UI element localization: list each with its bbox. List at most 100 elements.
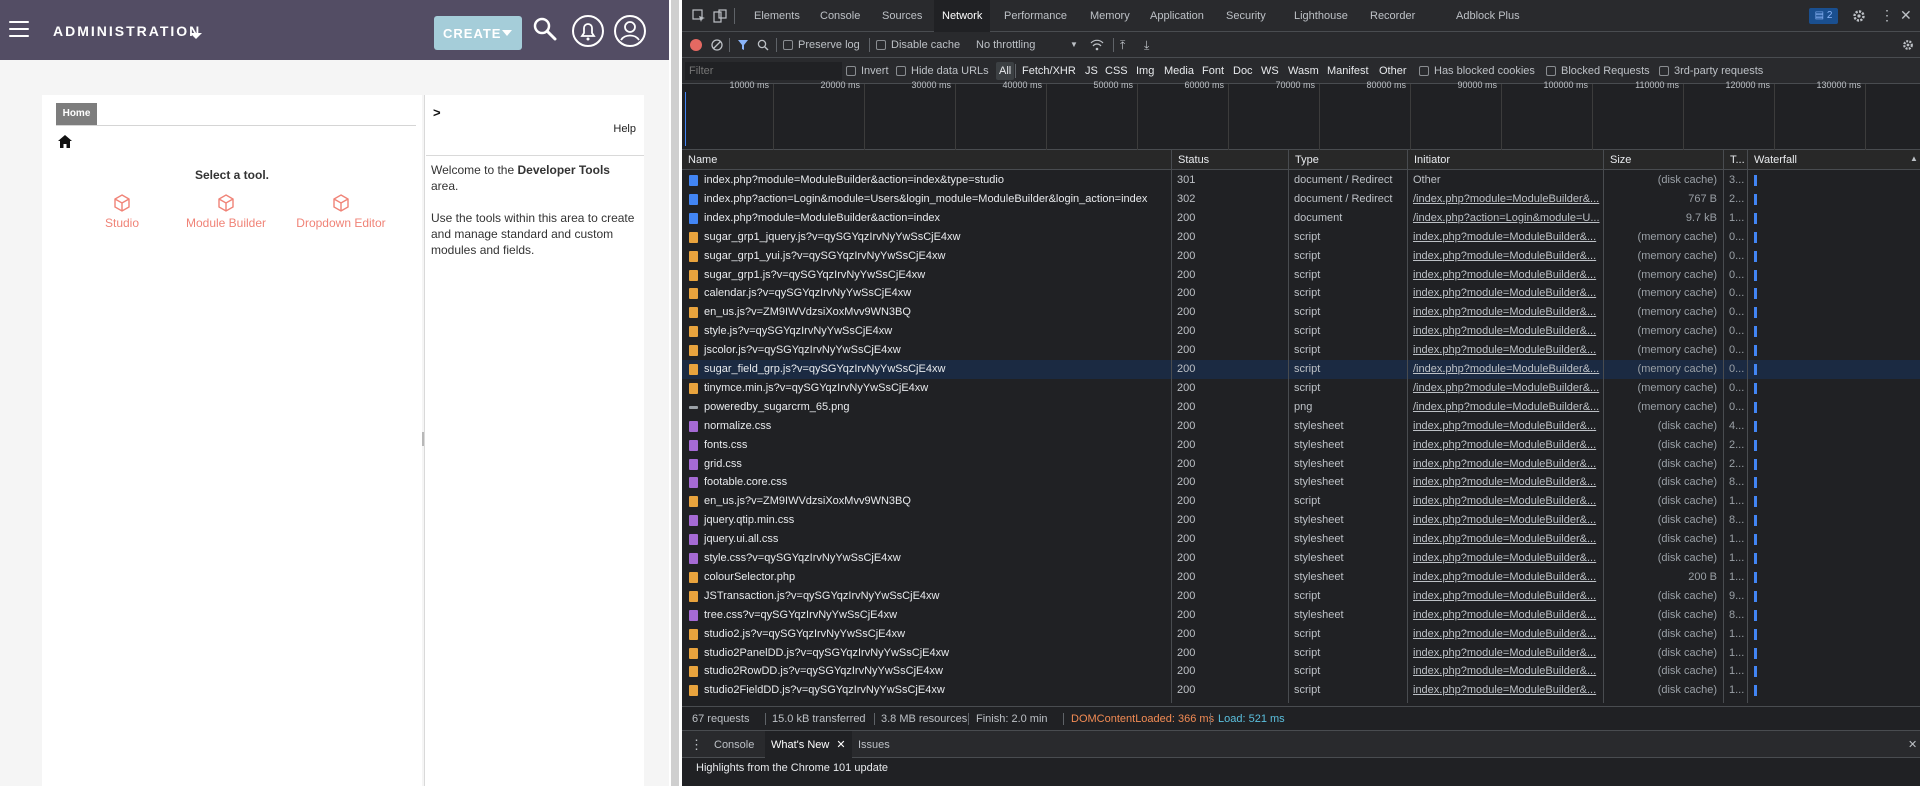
tab-security[interactable]: Security	[1226, 0, 1266, 32]
request-initiator[interactable]: index.php?module=ModuleBuilder&...	[1407, 511, 1603, 530]
tab-console[interactable]: Console	[820, 0, 860, 32]
request-initiator[interactable]: index.php?module=ModuleBuilder&...	[1407, 473, 1603, 492]
devtools-splitter[interactable]	[669, 0, 682, 786]
throttling-caret-icon[interactable]: ▼	[1070, 32, 1078, 58]
notifications-bell-icon[interactable]	[571, 14, 605, 48]
request-initiator[interactable]: /index.php?module=ModuleBuilder&...	[1407, 379, 1603, 398]
drawer-tab-whats-new[interactable]: What's New ✕	[765, 731, 852, 759]
filter-type-manifest[interactable]: Manifest	[1327, 58, 1369, 84]
create-caret-icon[interactable]	[502, 30, 512, 36]
request-row[interactable]: sugar_grp1_yui.js?v=qySGYqzIrvNyYwSsCjE4…	[682, 247, 1920, 266]
request-initiator[interactable]: index.php?module=ModuleBuilder&...	[1407, 247, 1603, 266]
request-initiator[interactable]: index.php?module=ModuleBuilder&...	[1407, 662, 1603, 681]
more-options-icon[interactable]: ⋮	[1880, 6, 1894, 24]
network-overview-timeline[interactable]	[682, 84, 1920, 150]
tab-recorder[interactable]: Recorder	[1370, 0, 1415, 32]
request-row[interactable]: tree.css?v=qySGYqzIrvNyYwSsCjE4xw 200 styl…	[682, 606, 1920, 625]
tab-elements[interactable]: Elements	[754, 0, 800, 32]
request-row[interactable]: index.php?module=ModuleBuilder&action=in…	[682, 171, 1920, 190]
filter-type-doc[interactable]: Doc	[1233, 58, 1253, 84]
admin-caret-icon[interactable]	[190, 33, 202, 39]
clear-icon[interactable]	[711, 39, 723, 51]
column-type[interactable]: Type	[1288, 150, 1407, 170]
request-row[interactable]: calendar.js?v=qySGYqzIrvNyYwSsCjE4xw 200 s…	[682, 284, 1920, 303]
disable-cache-checkbox[interactable]	[876, 40, 886, 50]
tab-adblock-plus[interactable]: Adblock Plus	[1456, 0, 1520, 32]
request-row[interactable]: sugar_grp1_jquery.js?v=qySGYqzIrvNyYwSsC…	[682, 228, 1920, 247]
device-toolbar-icon[interactable]	[713, 9, 727, 23]
request-row[interactable]: en_us.js?v=ZM9IWVdzsiXoxMvv9WN3BQ 200 scri…	[682, 303, 1920, 322]
third-party-checkbox[interactable]	[1659, 66, 1669, 76]
request-row[interactable]: sugar_grp1.js?v=qySGYqzIrvNyYwSsCjE4xw 20…	[682, 266, 1920, 285]
settings-gear-icon[interactable]	[1852, 9, 1866, 23]
request-row[interactable]: index.php?action=Login&module=Users&logi…	[682, 190, 1920, 209]
tab-memory[interactable]: Memory	[1090, 0, 1130, 32]
request-row[interactable]: jscolor.js?v=qySGYqzIrvNyYwSsCjE4xw 200 sc…	[682, 341, 1920, 360]
tab-performance[interactable]: Performance	[1004, 0, 1067, 32]
tab-lighthouse[interactable]: Lighthouse	[1294, 0, 1348, 32]
tab-network[interactable]: Network	[934, 0, 991, 32]
drawer-menu-icon[interactable]: ⋮	[690, 731, 703, 759]
close-devtools-icon[interactable]: ✕	[1900, 6, 1912, 24]
request-initiator[interactable]: index.php?module=ModuleBuilder&...	[1407, 587, 1603, 606]
whats-new-highlight[interactable]: Highlights from the Chrome 101 update	[696, 762, 888, 774]
export-har-icon[interactable]: ⤓	[1144, 32, 1149, 58]
column-size[interactable]: Size	[1603, 150, 1723, 170]
request-row[interactable]: sugar_field_grp.js?v=qySGYqzIrvNyYwSsCjE…	[682, 360, 1920, 379]
tab-sources[interactable]: Sources	[882, 0, 922, 32]
filter-input[interactable]	[685, 62, 842, 80]
sort-ascending-icon[interactable]: ▲	[1910, 154, 1918, 163]
close-tab-icon[interactable]: ✕	[836, 739, 845, 751]
request-initiator[interactable]: index.php?module=ModuleBuilder&...	[1407, 549, 1603, 568]
throttling-select[interactable]: No throttling	[976, 32, 1035, 58]
request-row[interactable]: poweredby_sugarcrm_65.png 200 png/index.ph…	[682, 398, 1920, 417]
tool-studio[interactable]: Studio	[92, 193, 152, 230]
request-row[interactable]: footable.core.css 200 stylesheet index.php?…	[682, 473, 1920, 492]
drawer-tab-issues[interactable]: Issues	[858, 731, 890, 759]
request-row[interactable]: jquery.qtip.min.css 200 stylesheet index.ph…	[682, 511, 1920, 530]
request-row[interactable]: grid.css 200 stylesheet index.php?module=Mo…	[682, 455, 1920, 474]
column-divider[interactable]	[1407, 150, 1408, 703]
request-initiator[interactable]: index.php?module=ModuleBuilder&...	[1407, 681, 1603, 700]
request-row[interactable]: studio2PanelDD.js?v=qySGYqzIrvNyYwSsCjE4…	[682, 644, 1920, 663]
request-row[interactable]: JSTransaction.js?v=qySGYqzIrvNyYwSsCjE4x…	[682, 587, 1920, 606]
request-row[interactable]: style.css?v=qySGYqzIrvNyYwSsCjE4xw 200 sty…	[682, 549, 1920, 568]
admin-title[interactable]: ADMINISTRATION	[53, 23, 201, 39]
column-divider[interactable]	[1171, 150, 1172, 703]
import-har-icon[interactable]: ⤒	[1120, 32, 1125, 58]
request-initiator[interactable]: index.php?module=ModuleBuilder&...	[1407, 322, 1603, 341]
request-initiator[interactable]: index.php?module=ModuleBuilder&...	[1407, 568, 1603, 587]
home-icon[interactable]	[58, 135, 72, 148]
request-initiator[interactable]: index.php?module=ModuleBuilder&...	[1407, 266, 1603, 285]
invert-checkbox[interactable]	[846, 66, 856, 76]
inspect-element-icon[interactable]	[692, 9, 706, 23]
column-status[interactable]: Status	[1171, 150, 1288, 170]
request-initiator[interactable]: index.php?module=ModuleBuilder&...	[1407, 436, 1603, 455]
request-initiator[interactable]: index.php?module=ModuleBuilder&...	[1407, 455, 1603, 474]
request-row[interactable]: jquery.ui.all.css 200 stylesheet index.php?…	[682, 530, 1920, 549]
request-initiator[interactable]: /index.php?action=Login&module=U...	[1407, 209, 1603, 228]
request-row[interactable]: studio2RowDD.js?v=qySGYqzIrvNyYwSsCjE4xw…	[682, 662, 1920, 681]
tab-home[interactable]: Home	[56, 103, 97, 125]
preserve-log-checkbox[interactable]	[783, 40, 793, 50]
request-initiator[interactable]: index.php?module=ModuleBuilder&...	[1407, 606, 1603, 625]
request-row[interactable]: fonts.css 200 stylesheet index.php?module=M…	[682, 436, 1920, 455]
user-profile-icon[interactable]	[613, 14, 647, 48]
collapse-arrow[interactable]: >	[433, 105, 441, 120]
hamburger-menu-icon[interactable]	[9, 21, 29, 37]
hide-data-urls-checkbox[interactable]	[896, 66, 906, 76]
request-initiator[interactable]: index.php?module=ModuleBuilder&...	[1407, 228, 1603, 247]
request-row[interactable]: studio2FieldDD.js?v=qySGYqzIrvNyYwSsCjE4…	[682, 681, 1920, 700]
filter-icon[interactable]	[737, 39, 749, 51]
column-name[interactable]: Name	[682, 150, 1171, 170]
search-icon[interactable]	[757, 39, 769, 51]
network-settings-gear-icon[interactable]	[1902, 39, 1914, 51]
filter-type-all[interactable]: All	[996, 62, 1015, 80]
request-initiator[interactable]: /index.php?module=ModuleBuilder&...	[1407, 360, 1603, 379]
request-initiator[interactable]: /index.php?module=ModuleBuilder&...	[1407, 398, 1603, 417]
tool-module-builder[interactable]: Module Builder	[176, 193, 276, 230]
search-icon[interactable]	[533, 17, 557, 41]
issues-badge[interactable]: ▤ 2	[1809, 8, 1838, 24]
column-divider[interactable]	[1603, 150, 1604, 703]
help-link[interactable]: Help	[613, 123, 636, 135]
